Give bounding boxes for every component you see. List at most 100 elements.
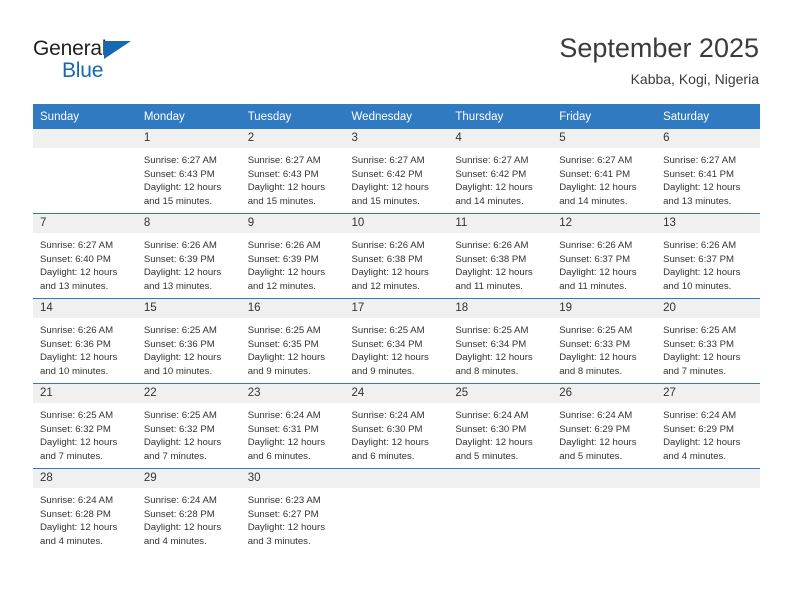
day-cell[interactable]: 25 Sunrise: 6:24 AM Sunset: 6:30 PM Dayl… bbox=[448, 383, 553, 469]
day-cell[interactable] bbox=[33, 129, 137, 214]
day-details: Sunrise: 6:26 AM Sunset: 6:39 PM Dayligh… bbox=[137, 233, 241, 293]
day-cell[interactable]: 8 Sunrise: 6:26 AM Sunset: 6:39 PM Dayli… bbox=[136, 213, 241, 299]
day-cell[interactable]: 24 Sunrise: 6:24 AM Sunset: 6:30 PM Dayl… bbox=[344, 383, 449, 469]
day-cell[interactable]: 27 Sunrise: 6:24 AM Sunset: 6:29 PM Dayl… bbox=[656, 383, 760, 469]
day-number: 13 bbox=[656, 214, 760, 233]
day-number: 29 bbox=[136, 469, 241, 488]
day-cell[interactable]: 11 Sunrise: 6:26 AM Sunset: 6:38 PM Dayl… bbox=[448, 213, 553, 299]
day-cell[interactable]: 4 Sunrise: 6:27 AM Sunset: 6:42 PM Dayli… bbox=[448, 129, 553, 214]
day-cell[interactable] bbox=[552, 468, 657, 553]
daylight-text-line2: and 12 minutes. bbox=[351, 280, 420, 292]
sunrise-text: Sunrise: 6:26 AM bbox=[351, 240, 425, 251]
week-row: 14 Sunrise: 6:26 AM Sunset: 6:36 PM Dayl… bbox=[33, 298, 760, 384]
sunset-text: Sunset: 6:37 PM bbox=[663, 253, 734, 265]
day-cell[interactable]: 28 Sunrise: 6:24 AM Sunset: 6:28 PM Dayl… bbox=[33, 468, 137, 553]
daylight-text-line1: Daylight: 12 hours bbox=[40, 437, 118, 449]
day-number: 26 bbox=[552, 384, 657, 403]
page-title: September 2025 bbox=[559, 33, 759, 63]
day-cell[interactable]: 22 Sunrise: 6:25 AM Sunset: 6:32 PM Dayl… bbox=[136, 383, 241, 469]
day-cell[interactable]: 29 Sunrise: 6:24 AM Sunset: 6:28 PM Dayl… bbox=[136, 468, 241, 553]
daylight-text-line2: and 6 minutes. bbox=[351, 450, 415, 462]
sunrise-text: Sunrise: 6:25 AM bbox=[143, 410, 217, 421]
day-cell[interactable]: 6 Sunrise: 6:27 AM Sunset: 6:41 PM Dayli… bbox=[656, 129, 760, 214]
day-cell[interactable]: 12 Sunrise: 6:26 AM Sunset: 6:37 PM Dayl… bbox=[552, 213, 657, 299]
daylight-text-line1: Daylight: 12 hours bbox=[663, 267, 741, 279]
weekday-header-saturday: Saturday bbox=[656, 104, 760, 129]
daylight-text-line2: and 13 minutes. bbox=[143, 280, 213, 292]
day-details: Sunrise: 6:26 AM Sunset: 6:37 PM Dayligh… bbox=[656, 233, 760, 293]
day-details: Sunrise: 6:27 AM Sunset: 6:43 PM Dayligh… bbox=[241, 148, 345, 208]
day-number bbox=[344, 469, 449, 488]
day-cell[interactable]: 23 Sunrise: 6:24 AM Sunset: 6:31 PM Dayl… bbox=[240, 383, 345, 469]
day-cell[interactable]: 1 Sunrise: 6:27 AM Sunset: 6:43 PM Dayli… bbox=[136, 129, 241, 214]
day-cell[interactable]: 15 Sunrise: 6:25 AM Sunset: 6:36 PM Dayl… bbox=[136, 298, 241, 384]
daylight-text-line1: Daylight: 12 hours bbox=[455, 352, 533, 364]
sunrise-text: Sunrise: 6:27 AM bbox=[455, 155, 529, 166]
daylight-text-line1: Daylight: 12 hours bbox=[455, 437, 533, 449]
day-cell[interactable]: 5 Sunrise: 6:27 AM Sunset: 6:41 PM Dayli… bbox=[552, 129, 657, 214]
day-cell[interactable]: 14 Sunrise: 6:26 AM Sunset: 6:36 PM Dayl… bbox=[33, 298, 137, 384]
sunrise-text: Sunrise: 6:24 AM bbox=[351, 410, 425, 421]
day-cell[interactable]: 17 Sunrise: 6:25 AM Sunset: 6:34 PM Dayl… bbox=[344, 298, 449, 384]
day-number bbox=[656, 469, 760, 488]
day-details: Sunrise: 6:27 AM Sunset: 6:43 PM Dayligh… bbox=[137, 148, 241, 208]
sunset-text: Sunset: 6:28 PM bbox=[40, 508, 111, 520]
page-subtitle: Kabba, Kogi, Nigeria bbox=[630, 71, 759, 87]
day-cell[interactable]: 7 Sunrise: 6:27 AM Sunset: 6:40 PM Dayli… bbox=[33, 213, 137, 299]
sunset-text: Sunset: 6:32 PM bbox=[143, 423, 215, 435]
day-cell[interactable]: 3 Sunrise: 6:27 AM Sunset: 6:42 PM Dayli… bbox=[344, 129, 449, 214]
sunset-text: Sunset: 6:40 PM bbox=[40, 253, 111, 265]
day-cell[interactable] bbox=[448, 468, 553, 553]
day-number: 27 bbox=[656, 384, 760, 403]
daylight-text-line1: Daylight: 12 hours bbox=[247, 437, 326, 449]
day-cell[interactable]: 21 Sunrise: 6:25 AM Sunset: 6:32 PM Dayl… bbox=[33, 383, 137, 469]
sunrise-text: Sunrise: 6:25 AM bbox=[455, 325, 529, 336]
day-cell[interactable]: 26 Sunrise: 6:24 AM Sunset: 6:29 PM Dayl… bbox=[552, 383, 657, 469]
day-cell[interactable]: 16 Sunrise: 6:25 AM Sunset: 6:35 PM Dayl… bbox=[240, 298, 345, 384]
day-cell[interactable]: 20 Sunrise: 6:25 AM Sunset: 6:33 PM Dayl… bbox=[656, 298, 760, 384]
sunset-text: Sunset: 6:39 PM bbox=[247, 253, 319, 265]
day-number: 21 bbox=[33, 384, 137, 403]
day-details: Sunrise: 6:25 AM Sunset: 6:33 PM Dayligh… bbox=[552, 318, 656, 378]
sunrise-text: Sunrise: 6:27 AM bbox=[247, 155, 321, 166]
daylight-text-line2: and 12 minutes. bbox=[247, 280, 316, 292]
weekday-header-row: Sunday Monday Tuesday Wednesday Thursday… bbox=[33, 104, 760, 129]
day-cell[interactable]: 9 Sunrise: 6:26 AM Sunset: 6:39 PM Dayli… bbox=[240, 213, 345, 299]
daylight-text-line2: and 7 minutes. bbox=[663, 365, 726, 377]
sunset-text: Sunset: 6:37 PM bbox=[559, 253, 631, 265]
sunrise-text: Sunrise: 6:25 AM bbox=[559, 325, 633, 336]
logo-text-blue: Blue bbox=[62, 59, 104, 82]
week-row: 1 Sunrise: 6:27 AM Sunset: 6:43 PM Dayli… bbox=[33, 129, 760, 214]
day-cell[interactable] bbox=[344, 468, 449, 553]
day-number: 3 bbox=[344, 129, 449, 148]
sunset-text: Sunset: 6:30 PM bbox=[351, 423, 423, 435]
daylight-text-line1: Daylight: 12 hours bbox=[351, 182, 429, 194]
day-cell[interactable] bbox=[656, 468, 760, 553]
day-cell[interactable]: 19 Sunrise: 6:25 AM Sunset: 6:33 PM Dayl… bbox=[552, 298, 657, 384]
day-details: Sunrise: 6:27 AM Sunset: 6:42 PM Dayligh… bbox=[345, 148, 449, 208]
sunset-text: Sunset: 6:34 PM bbox=[455, 338, 527, 350]
title-block: September 2025 Kabba, Kogi, Nigeria bbox=[559, 32, 759, 89]
day-number: 12 bbox=[552, 214, 657, 233]
day-details: Sunrise: 6:26 AM Sunset: 6:39 PM Dayligh… bbox=[241, 233, 345, 293]
week-row: 21 Sunrise: 6:25 AM Sunset: 6:32 PM Dayl… bbox=[33, 383, 760, 469]
day-details: Sunrise: 6:24 AM Sunset: 6:29 PM Dayligh… bbox=[552, 403, 656, 463]
sunrise-text: Sunrise: 6:25 AM bbox=[663, 325, 737, 336]
day-number: 22 bbox=[136, 384, 241, 403]
day-number: 16 bbox=[240, 299, 345, 318]
logo-triangle-icon bbox=[104, 41, 131, 59]
day-cell[interactable]: 13 Sunrise: 6:26 AM Sunset: 6:37 PM Dayl… bbox=[656, 213, 760, 299]
day-details: Sunrise: 6:24 AM Sunset: 6:31 PM Dayligh… bbox=[241, 403, 345, 463]
calendar-page: General Blue September 2025 Kabba, Kogi,… bbox=[0, 0, 792, 612]
sunset-text: Sunset: 6:33 PM bbox=[559, 338, 631, 350]
day-cell[interactable]: 2 Sunrise: 6:27 AM Sunset: 6:43 PM Dayli… bbox=[240, 129, 345, 214]
daylight-text-line1: Daylight: 12 hours bbox=[351, 437, 429, 449]
sunset-text: Sunset: 6:32 PM bbox=[40, 423, 111, 435]
day-number: 10 bbox=[344, 214, 449, 233]
day-cell[interactable]: 10 Sunrise: 6:26 AM Sunset: 6:38 PM Dayl… bbox=[344, 213, 449, 299]
day-cell[interactable]: 30 Sunrise: 6:23 AM Sunset: 6:27 PM Dayl… bbox=[240, 468, 345, 553]
day-details: Sunrise: 6:26 AM Sunset: 6:37 PM Dayligh… bbox=[552, 233, 656, 293]
day-number bbox=[448, 469, 553, 488]
day-cell[interactable]: 18 Sunrise: 6:25 AM Sunset: 6:34 PM Dayl… bbox=[448, 298, 553, 384]
general-blue-logo[interactable]: General Blue bbox=[33, 37, 213, 83]
